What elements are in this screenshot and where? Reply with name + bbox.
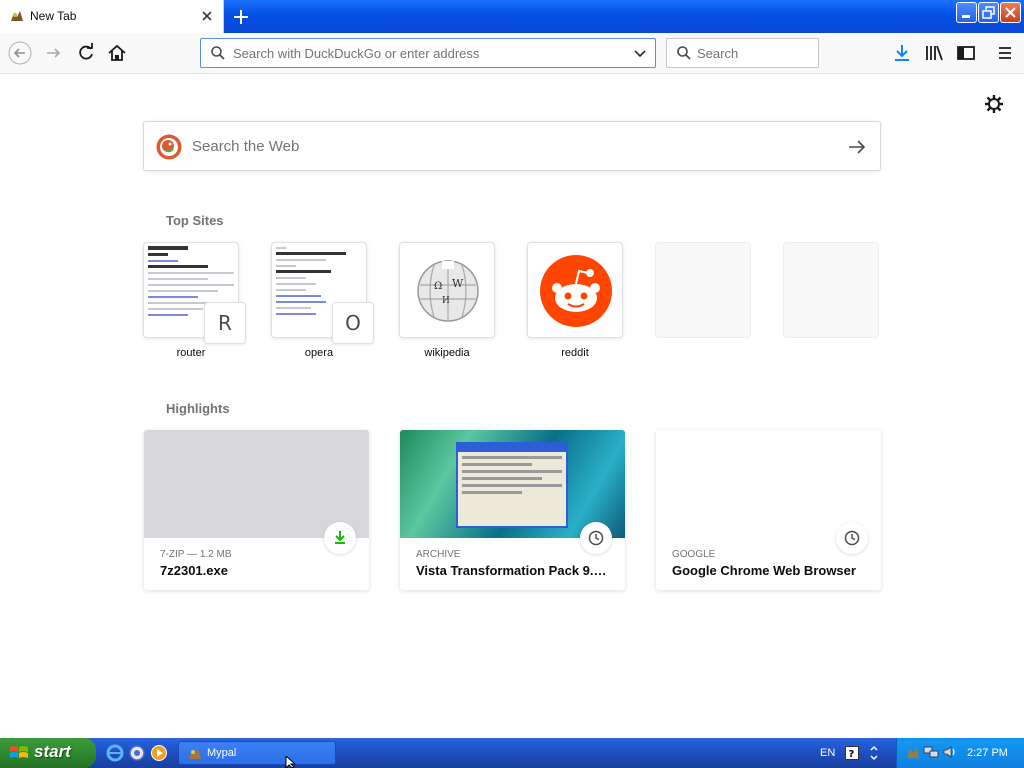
- speaker-icon[interactable]: [942, 744, 958, 760]
- web-search-box[interactable]: Search the Web: [143, 121, 881, 171]
- taskbar-item-label: Mypal: [207, 747, 237, 759]
- address-bar-placeholder: Search with DuckDuckGo or enter address: [233, 46, 480, 61]
- top-sites-heading: Top Sites: [166, 213, 224, 228]
- highlight-source: GOOGLE: [672, 549, 716, 560]
- highlight-card[interactable]: 7-ZIP — 1.2 MB 7z2301.exe: [144, 430, 369, 590]
- new-tab-icon[interactable]: [228, 5, 254, 29]
- download-badge: [324, 522, 356, 554]
- sidebar-icon[interactable]: [954, 41, 978, 65]
- opera-letter-badge: O: [332, 302, 374, 344]
- highlight-source: ARCHIVE: [416, 549, 461, 560]
- start-label: start: [34, 742, 71, 761]
- top-site-reddit[interactable]: [527, 242, 623, 338]
- visited-badge: [836, 522, 868, 554]
- start-button[interactable]: start: [0, 738, 96, 768]
- search-icon: [211, 46, 225, 60]
- close-tab-icon[interactable]: [199, 8, 215, 24]
- forward-icon[interactable]: [42, 41, 66, 65]
- internet-explorer-icon[interactable]: [106, 744, 124, 762]
- svg-text:?: ?: [849, 749, 855, 760]
- search-bar[interactable]: Search: [666, 38, 819, 68]
- duckduckgo-logo-icon: [156, 134, 182, 160]
- system-tray: 2:27 PM: [896, 738, 1024, 768]
- system-clock[interactable]: 2:27 PM: [967, 747, 1008, 759]
- svg-text:И: И: [442, 296, 450, 306]
- mypal-app-icon: [189, 748, 201, 759]
- close-window-button[interactable]: [1000, 2, 1021, 23]
- browser-quicklaunch-icon[interactable]: [128, 744, 146, 762]
- taskbar: start Mypal EN ? 2:27 PM: [0, 738, 1024, 768]
- new-tab-page: Search the Web Top Sites R router O oper…: [0, 74, 1024, 738]
- svg-text:Ω: Ω: [434, 281, 442, 292]
- tab-title: New Tab: [30, 9, 77, 23]
- svg-text:W: W: [452, 277, 464, 290]
- windows-flag-icon: [10, 746, 28, 758]
- arrow-right-icon[interactable]: [846, 136, 868, 158]
- web-search-placeholder: Search the Web: [192, 138, 300, 155]
- top-site-empty-slot[interactable]: [655, 242, 751, 338]
- top-site-empty-slot[interactable]: [783, 242, 879, 338]
- top-site-label[interactable]: router: [143, 347, 239, 359]
- wikipedia-globe-icon: Ω W И: [417, 260, 479, 322]
- help-icon[interactable]: ?: [845, 746, 859, 760]
- taskbar-item-mypal[interactable]: Mypal: [178, 741, 336, 765]
- highlight-title: Google Chrome Web Browser: [672, 563, 856, 578]
- reddit-logo-icon: [540, 255, 612, 327]
- top-site-label[interactable]: wikipedia: [399, 347, 495, 359]
- chevron-down-icon[interactable]: [633, 47, 647, 61]
- home-icon[interactable]: [105, 41, 129, 65]
- navigation-toolbar: Search with DuckDuckGo or enter address …: [0, 33, 1024, 74]
- highlight-card[interactable]: ARCHIVE Vista Transformation Pack 9.0.1 …: [400, 430, 625, 590]
- highlight-card[interactable]: GOOGLE Google Chrome Web Browser: [656, 430, 881, 590]
- mypal-favicon-icon: [11, 11, 23, 21]
- highlight-source: 7-ZIP — 1.2 MB: [160, 549, 232, 560]
- menu-icon[interactable]: [993, 41, 1017, 65]
- downloads-icon[interactable]: [890, 41, 914, 65]
- search-icon: [677, 46, 691, 60]
- highlight-title: Vista Transformation Pack 9.0.1 - Downlo…: [416, 563, 611, 578]
- top-site-label[interactable]: reddit: [527, 347, 623, 359]
- search-bar-placeholder: Search: [697, 46, 739, 61]
- gear-icon[interactable]: [984, 94, 1004, 114]
- highlights-heading: Highlights: [166, 401, 230, 416]
- clock-icon: [844, 530, 860, 546]
- highlight-title: 7z2301.exe: [160, 563, 228, 578]
- mypal-tray-icon[interactable]: [905, 744, 921, 760]
- language-indicator[interactable]: EN: [820, 747, 835, 759]
- address-bar[interactable]: Search with DuckDuckGo or enter address: [200, 38, 656, 68]
- top-site-label[interactable]: opera: [271, 347, 367, 359]
- title-bar: New Tab: [0, 0, 1024, 33]
- screenshot-dialog-thumbnail: [456, 442, 568, 528]
- tray-expand-icon[interactable]: [868, 744, 880, 762]
- restore-button[interactable]: [978, 2, 999, 23]
- back-icon[interactable]: [8, 41, 32, 65]
- download-icon: [335, 531, 345, 544]
- library-icon[interactable]: [922, 41, 946, 65]
- network-icon[interactable]: [923, 744, 939, 760]
- media-player-icon[interactable]: [150, 744, 168, 762]
- reload-icon[interactable]: [74, 41, 98, 65]
- top-site-wikipedia[interactable]: Ω W И: [399, 242, 495, 338]
- router-letter-badge: R: [204, 302, 246, 344]
- mouse-cursor-icon: [285, 756, 297, 768]
- tab-new-tab[interactable]: New Tab: [0, 0, 224, 33]
- clock-icon: [588, 530, 604, 546]
- minimize-button[interactable]: [956, 2, 977, 23]
- visited-badge: [580, 522, 612, 554]
